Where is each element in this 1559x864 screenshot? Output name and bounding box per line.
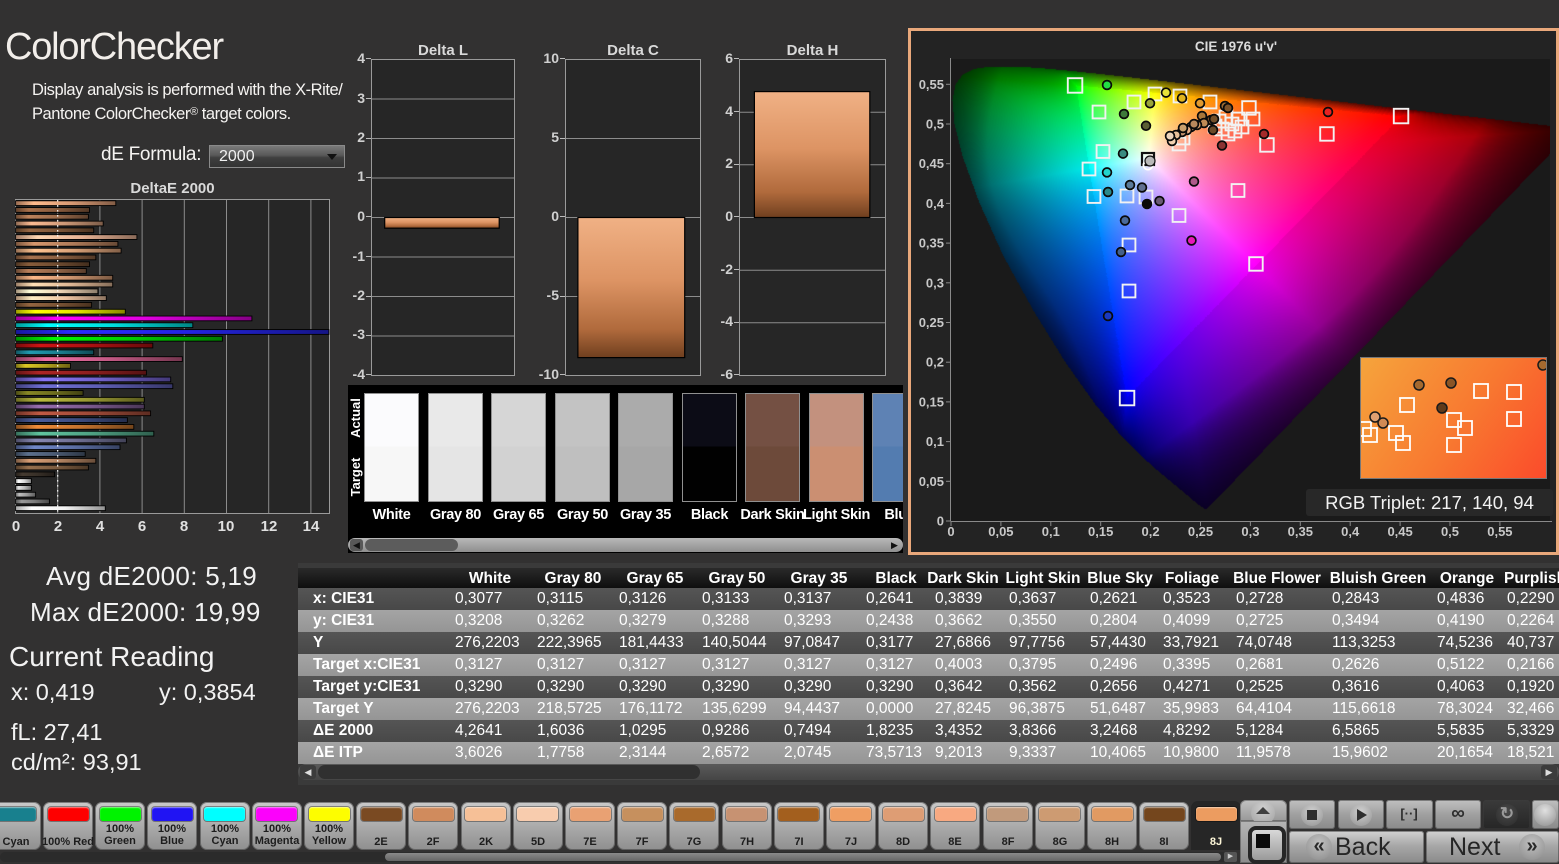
svg-text:0,3: 0,3 xyxy=(926,275,944,290)
svg-text:0,1: 0,1 xyxy=(926,434,944,449)
svg-text:0,15: 0,15 xyxy=(919,394,944,409)
svg-text:0,35: 0,35 xyxy=(1288,524,1313,539)
svg-text:0,1: 0,1 xyxy=(1042,524,1060,539)
svg-text:0,4: 0,4 xyxy=(926,196,945,211)
svg-text:0,2: 0,2 xyxy=(1142,524,1160,539)
svg-text:0,4: 0,4 xyxy=(1341,524,1360,539)
svg-text:0,55: 0,55 xyxy=(1487,524,1512,539)
svg-text:0,05: 0,05 xyxy=(919,474,944,489)
svg-text:0,55: 0,55 xyxy=(919,77,944,92)
svg-text:0,45: 0,45 xyxy=(919,156,944,171)
svg-text:0,3: 0,3 xyxy=(1241,524,1259,539)
svg-text:0,35: 0,35 xyxy=(919,236,944,251)
svg-text:0,45: 0,45 xyxy=(1387,524,1412,539)
svg-text:0,5: 0,5 xyxy=(1441,524,1459,539)
svg-text:0: 0 xyxy=(937,514,944,529)
svg-text:0: 0 xyxy=(947,524,954,539)
svg-text:0,15: 0,15 xyxy=(1088,524,1113,539)
svg-text:0,05: 0,05 xyxy=(988,524,1013,539)
svg-text:0,25: 0,25 xyxy=(1188,524,1213,539)
svg-text:0,5: 0,5 xyxy=(926,117,944,132)
svg-text:0,25: 0,25 xyxy=(919,315,944,330)
svg-text:0,2: 0,2 xyxy=(926,355,944,370)
